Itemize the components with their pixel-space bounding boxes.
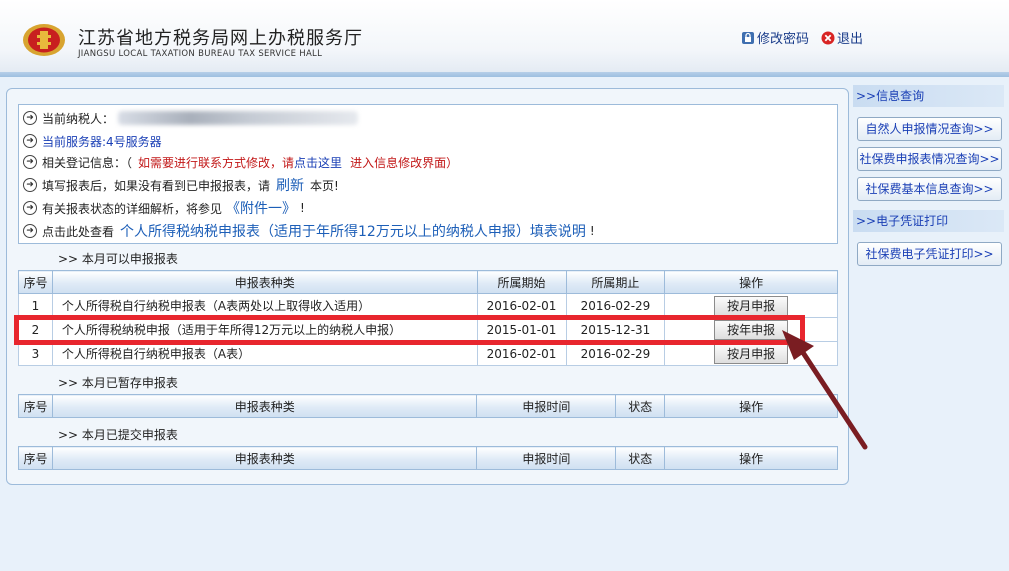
row-no: 1 bbox=[18, 293, 53, 318]
change-password-link[interactable]: 修改密码 bbox=[741, 28, 809, 47]
circle-arrow-icon: ➜ bbox=[23, 201, 37, 215]
col-form-type: 申报表种类 bbox=[51, 446, 478, 470]
section-saved-title: >> 本月已暂存申报表 bbox=[58, 376, 178, 390]
instructions-suffix: ! bbox=[589, 224, 595, 238]
row-action: 按月申报 bbox=[664, 341, 838, 366]
section-available-title: >> 本月可以申报报表 bbox=[58, 252, 178, 266]
refresh-text: 填写报表后，如果没有看到已申报报表，请 bbox=[42, 178, 271, 193]
col-no: 序号 bbox=[18, 394, 53, 418]
close-icon bbox=[821, 31, 835, 45]
row-period-start: 2016-02-01 bbox=[476, 293, 567, 318]
col-no: 序号 bbox=[18, 446, 53, 470]
saved-forms-table: 序号 申报表种类 申报时间 状态 操作 bbox=[18, 394, 838, 418]
taxpayer-row: ➜ 当前纳税人： bbox=[23, 109, 359, 127]
instructions-text: 点击此处查看 bbox=[42, 224, 115, 239]
col-action: 操作 bbox=[664, 446, 838, 470]
circle-arrow-icon: ➜ bbox=[23, 224, 37, 238]
registration-note: 如需要进行联系方式修改， bbox=[138, 155, 283, 170]
click-here-link[interactable]: 点击这里 bbox=[294, 154, 342, 171]
col-declare-time: 申报时间 bbox=[476, 394, 617, 418]
status-suffix: ! bbox=[300, 201, 305, 215]
row-form-type: 个人所得税自行纳税申报表（A表） bbox=[51, 341, 478, 366]
social-security-report-query-button[interactable]: 社保费申报表情况查询>> bbox=[857, 147, 1002, 171]
social-security-basic-query-button[interactable]: 社保费基本信息查询>> bbox=[857, 177, 1002, 201]
voucher-print-heading: >>电子凭证打印 bbox=[853, 210, 1004, 232]
registration-label: 相关登记信息：（ bbox=[42, 155, 133, 170]
circle-arrow-icon: ➜ bbox=[23, 178, 37, 192]
col-status: 状态 bbox=[615, 446, 666, 470]
table-row: 3 个人所得税自行纳税申报表（A表） 2016-02-01 2016-02-29… bbox=[18, 341, 838, 366]
row-form-type: 个人所得税自行纳税申报表（A表两处以上取得收入适用） bbox=[51, 293, 478, 318]
refresh-suffix: 本页! bbox=[310, 178, 339, 193]
table-row: 2 个人所得税纳税申报（适用于年所得12万元以上的纳税人申报） 2015-01-… bbox=[18, 317, 838, 342]
col-action: 操作 bbox=[664, 394, 838, 418]
col-declare-time: 申报时间 bbox=[476, 446, 617, 470]
site-title: 江苏省地方税务局网上办税服务厅 bbox=[78, 28, 363, 49]
status-text: 有关报表状态的详细解析，将参见 bbox=[42, 201, 223, 216]
refresh-row: ➜ 填写报表后，如果没有看到已申报报表，请 刷新 本页! bbox=[23, 176, 339, 194]
server-text: 当前服务器:4号服务器 bbox=[42, 134, 162, 149]
annual-declare-button[interactable]: 按年申报 bbox=[714, 319, 789, 340]
voucher-print-button[interactable]: 社保费电子凭证打印>> bbox=[857, 242, 1002, 266]
col-form-type: 申报表种类 bbox=[51, 394, 478, 418]
row-period-end: 2015-12-31 bbox=[565, 317, 666, 342]
submitted-forms-table: 序号 申报表种类 申报时间 状态 操作 bbox=[18, 446, 838, 470]
circle-arrow-icon: ➜ bbox=[23, 134, 37, 148]
server-row: ➜ 当前服务器:4号服务器 bbox=[23, 132, 162, 150]
header-bar: 江苏省地方税务局网上办税服务厅 JIANGSU LOCAL TAXATION B… bbox=[0, 0, 1009, 72]
row-period-end: 2016-02-29 bbox=[565, 341, 666, 366]
row-form-type: 个人所得税纳税申报（适用于年所得12万元以上的纳税人申报） bbox=[51, 317, 478, 342]
col-form-type: 申报表种类 bbox=[51, 270, 478, 294]
table-row: 1 个人所得税自行纳税申报表（A表两处以上取得收入适用） 2016-02-01 … bbox=[18, 293, 838, 318]
row-action: 按月申报 bbox=[664, 293, 838, 318]
col-no: 序号 bbox=[18, 270, 53, 294]
available-forms-table: 序号 申报表种类 所属期始 所属期止 操作 1 个人所得税自行纳税申报表（A表两… bbox=[18, 270, 838, 366]
row-action: 按年申报 bbox=[664, 317, 838, 342]
taxpayer-label: 当前纳税人： bbox=[42, 111, 115, 126]
col-action: 操作 bbox=[664, 270, 838, 294]
taxpayer-name-redacted bbox=[118, 111, 359, 125]
natural-person-query-button[interactable]: 自然人申报情况查询>> bbox=[857, 117, 1002, 141]
instructions-link[interactable]: 个人所得税纳税申报表（适用于年所得12万元以上的纳税人申报）填表说明 bbox=[120, 221, 586, 241]
status-row: ➜ 有关报表状态的详细解析，将参见 《附件一》 ! bbox=[23, 199, 305, 217]
instructions-row: ➜ 点击此处查看 个人所得税纳税申报表（适用于年所得12万元以上的纳税人申报）填… bbox=[23, 222, 595, 240]
monthly-declare-button[interactable]: 按月申报 bbox=[714, 295, 789, 316]
circle-arrow-icon: ➜ bbox=[23, 111, 37, 125]
info-query-heading: >>信息查询 bbox=[853, 85, 1004, 107]
site-subtitle: JIANGSU LOCAL TAXATION BUREAU TAX SERVIC… bbox=[78, 49, 323, 59]
registration-row: ➜ 相关登记信息：（ 如需要进行联系方式修改， 请 点击这里 进入信息修改界面） bbox=[23, 153, 458, 171]
row-period-start: 2016-02-01 bbox=[476, 341, 567, 366]
lock-icon bbox=[741, 31, 755, 45]
col-period-start: 所属期始 bbox=[476, 270, 567, 294]
row-period-start: 2015-01-01 bbox=[476, 317, 567, 342]
table-header-row: 序号 申报表种类 申报时间 状态 操作 bbox=[18, 446, 838, 470]
circle-arrow-icon: ➜ bbox=[23, 155, 37, 169]
row-no: 2 bbox=[18, 317, 53, 342]
registration-please: 请 bbox=[282, 155, 295, 170]
tax-emblem-icon bbox=[23, 24, 65, 56]
col-status: 状态 bbox=[615, 394, 666, 418]
refresh-link[interactable]: 刷新 bbox=[276, 175, 304, 195]
section-submitted-title: >> 本月已提交申报表 bbox=[58, 428, 178, 442]
col-period-end: 所属期止 bbox=[565, 270, 666, 294]
taxpayer-info-box: ➜ 当前纳税人： ➜ 当前服务器:4号服务器 ➜ 相关登记信息：（ 如需要进行联… bbox=[18, 104, 838, 244]
table-header-row: 序号 申报表种类 申报时间 状态 操作 bbox=[18, 394, 838, 418]
registration-enter-text: 进入信息修改界面） bbox=[350, 155, 459, 170]
appendix-link[interactable]: 《附件一》 bbox=[226, 198, 296, 218]
logout-label: 退出 bbox=[837, 32, 864, 47]
monthly-declare-button[interactable]: 按月申报 bbox=[714, 343, 789, 364]
row-no: 3 bbox=[18, 341, 53, 366]
row-period-end: 2016-02-29 bbox=[565, 293, 666, 318]
change-password-label: 修改密码 bbox=[757, 32, 810, 47]
table-header-row: 序号 申报表种类 所属期始 所属期止 操作 bbox=[18, 270, 838, 294]
header-divider bbox=[0, 72, 1009, 77]
logout-link[interactable]: 退出 bbox=[821, 28, 863, 47]
